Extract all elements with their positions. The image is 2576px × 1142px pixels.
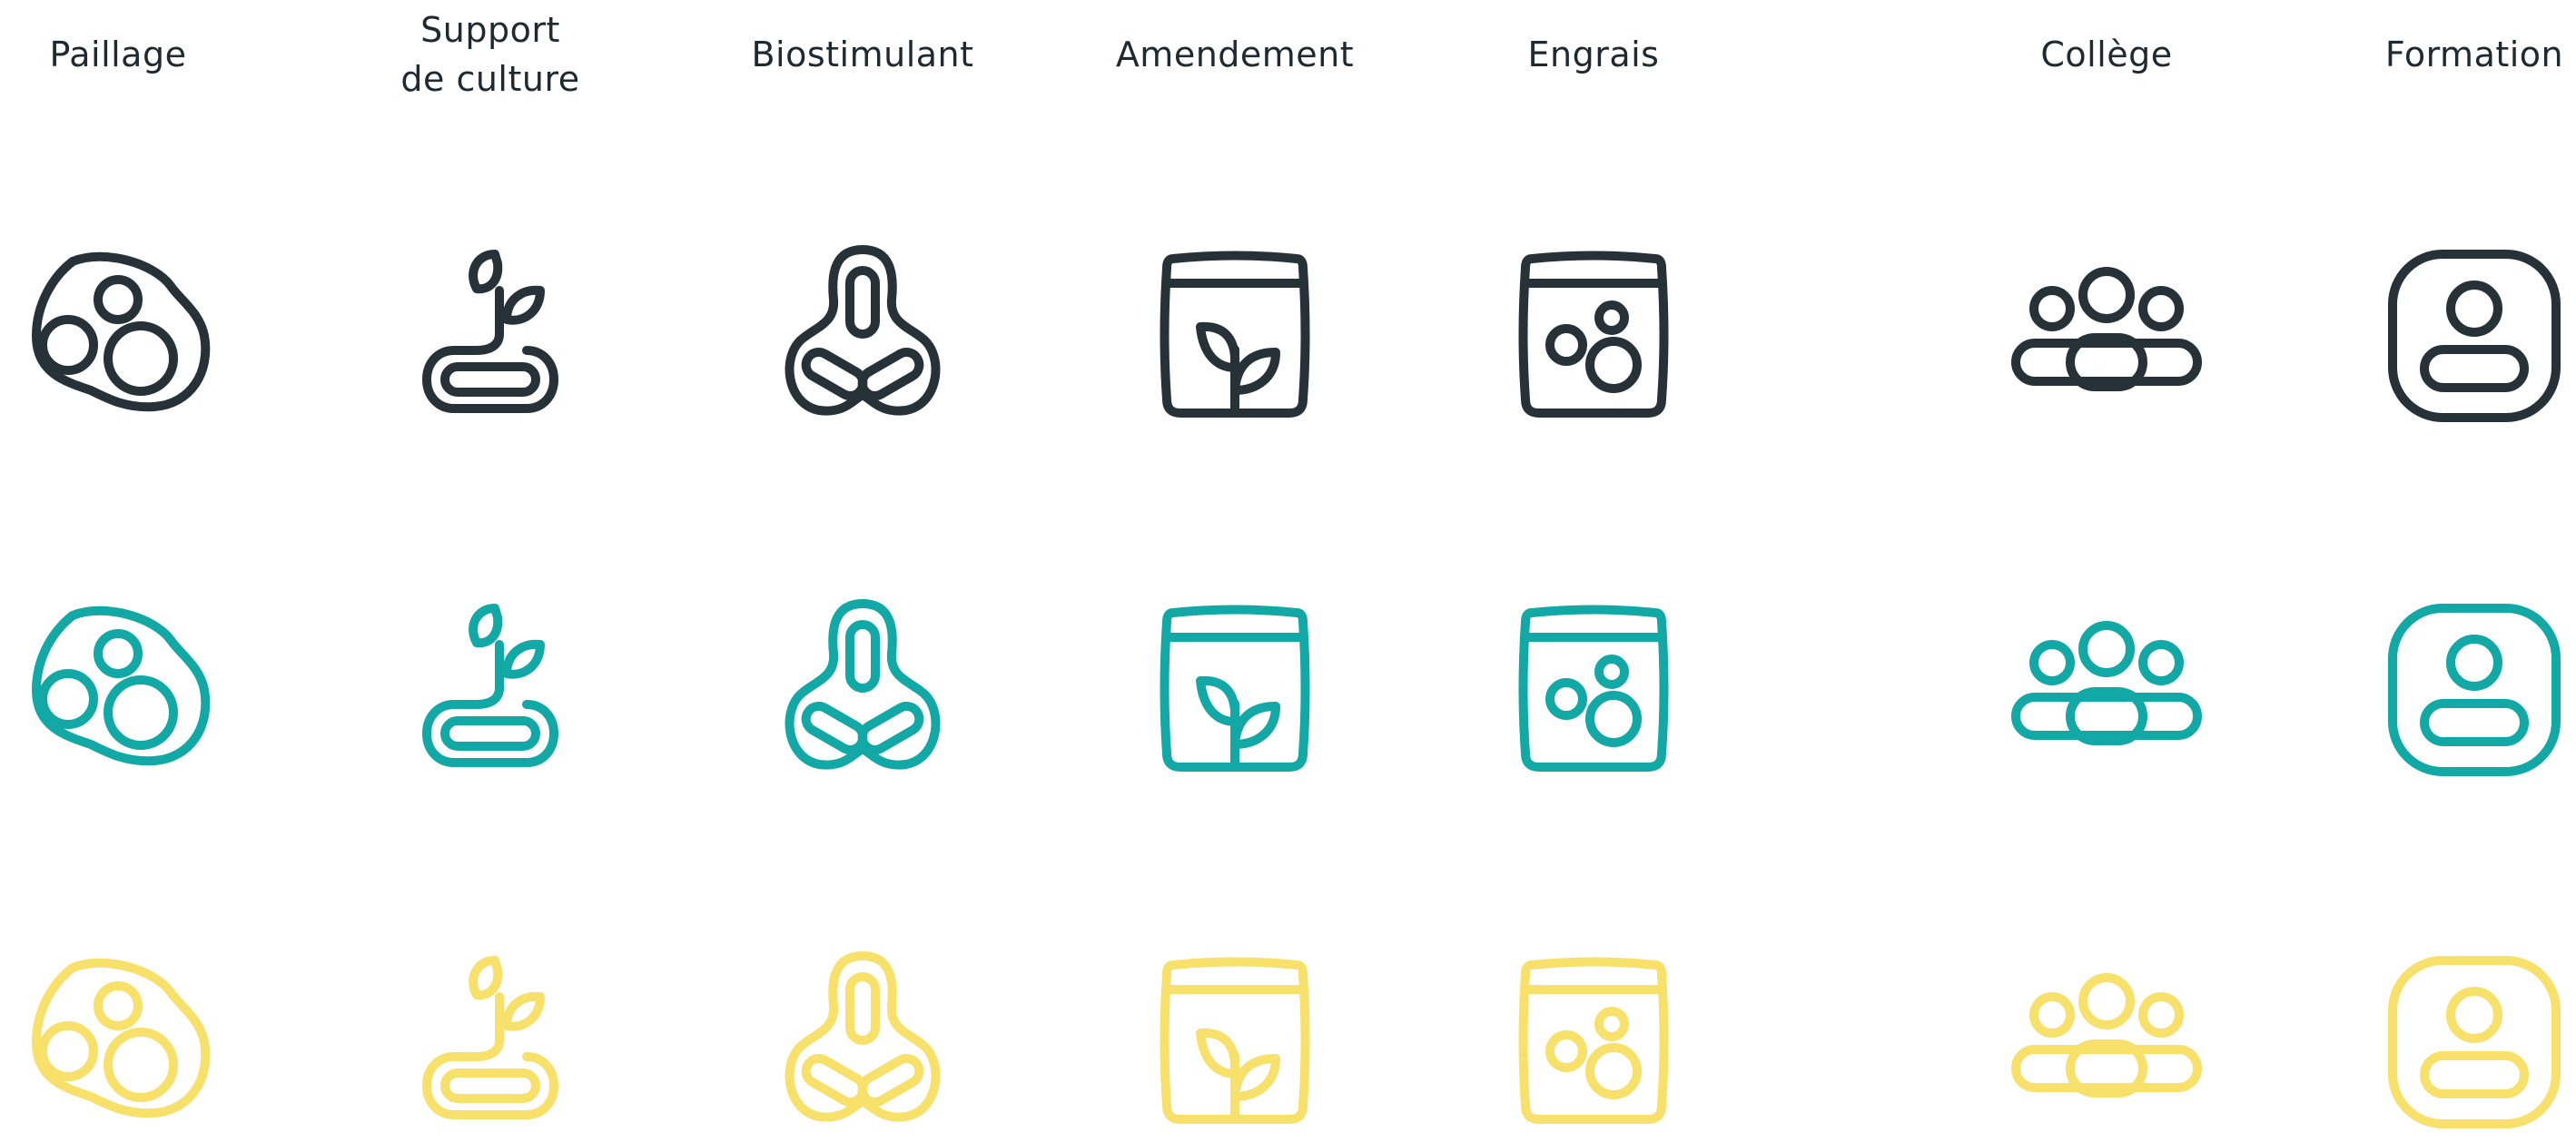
column-label-support: Support de culture (400, 10, 580, 99)
column-label-formation: Formation (2384, 34, 2564, 74)
person-badge-icon (2374, 942, 2574, 1142)
bag-granules-icon (1494, 236, 1693, 436)
bag-leaf-icon (1135, 942, 1335, 1142)
group-people-icon (2007, 942, 2206, 1142)
person-badge-icon (2374, 590, 2574, 790)
sprout-tray-icon (390, 942, 590, 1142)
person-badge-icon (2374, 236, 2574, 436)
column-label-engrais: Engrais (1527, 34, 1660, 74)
bag-granules-icon (1494, 590, 1693, 790)
mulch-cells-icon (18, 942, 218, 1142)
column-label-biostimulant: Biostimulant (751, 34, 974, 74)
trefoil-icon (763, 942, 962, 1142)
bag-leaf-icon (1135, 236, 1335, 436)
sprout-tray-icon (390, 590, 590, 790)
sprout-tray-icon (390, 236, 590, 436)
column-label-paillage: Paillage (49, 34, 187, 74)
trefoil-icon (763, 590, 962, 790)
mulch-cells-icon (18, 590, 218, 790)
column-label-college: Collège (2040, 34, 2173, 74)
group-people-icon (2007, 236, 2206, 436)
bag-granules-icon (1494, 942, 1693, 1142)
trefoil-icon (763, 236, 962, 436)
mulch-cells-icon (18, 236, 218, 436)
group-people-icon (2007, 590, 2206, 790)
column-label-amendement: Amendement (1115, 34, 1355, 74)
bag-leaf-icon (1135, 590, 1335, 790)
